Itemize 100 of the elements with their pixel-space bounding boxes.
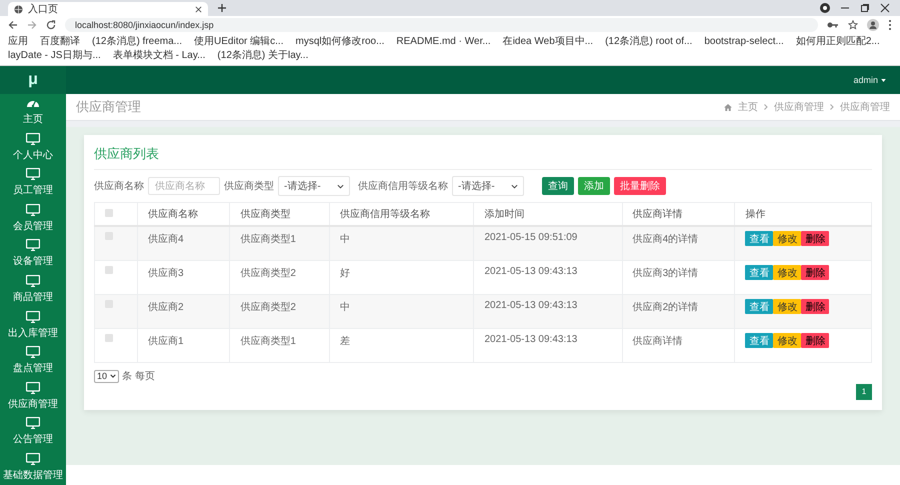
- bookmark[interactable]: 使用UEditor 编辑c...: [194, 35, 284, 49]
- monitor-icon: [26, 382, 40, 394]
- table-cell: 中: [330, 226, 474, 260]
- browser-tab[interactable]: 入口页: [8, 2, 208, 16]
- bookmark[interactable]: 在idea Web项目中...: [502, 35, 594, 49]
- card-title: 供应商列表: [94, 141, 872, 170]
- action-button[interactable]: 查看: [745, 333, 774, 348]
- sidebar-item[interactable]: 商品管理: [0, 272, 66, 308]
- action-button[interactable]: 删除: [801, 265, 830, 280]
- bookmark[interactable]: 如何用正则匹配2...: [796, 35, 880, 49]
- toolbar-button[interactable]: 查询: [542, 177, 574, 195]
- table-cell: 供应商1: [138, 328, 230, 362]
- sidebar-item[interactable]: 设备管理: [0, 236, 66, 272]
- table-cell: 2021-05-13 09:43:13: [474, 328, 622, 362]
- table-cell: 供应商详情: [622, 328, 735, 362]
- sidebar-item[interactable]: 盘点管理: [0, 342, 66, 378]
- action-button[interactable]: 删除: [801, 333, 830, 348]
- chevron-down-icon: [511, 184, 518, 188]
- table-cell: 供应商类型1: [230, 226, 330, 260]
- checkbox[interactable]: [105, 266, 113, 274]
- action-button[interactable]: 删除: [801, 299, 830, 314]
- action-button[interactable]: 修改: [773, 231, 802, 246]
- bookmark[interactable]: 应用: [8, 35, 28, 49]
- toolbar-button[interactable]: 批量删除: [614, 177, 666, 195]
- sidebar-item[interactable]: 员工管理: [0, 165, 66, 201]
- monitor-icon: [26, 275, 40, 287]
- chevron-icon: [830, 104, 834, 110]
- reload-icon[interactable]: [46, 20, 56, 30]
- monitor-icon: [26, 132, 40, 145]
- action-button[interactable]: 修改: [773, 299, 802, 314]
- bookmark[interactable]: README.md · Wer...: [396, 35, 491, 49]
- user-menu[interactable]: admin: [853, 75, 886, 85]
- table-cell: 供应商类型1: [230, 328, 330, 362]
- action-button[interactable]: 查看: [745, 231, 774, 246]
- page-size-select[interactable]: 10: [94, 370, 120, 382]
- restore-icon[interactable]: [860, 3, 870, 13]
- globe-icon: [14, 4, 23, 14]
- key-icon[interactable]: [827, 21, 839, 29]
- action-button[interactable]: 删除: [801, 231, 830, 246]
- bookmark[interactable]: layDate - JS日期与...: [8, 49, 101, 63]
- monitor-icon: [26, 452, 40, 465]
- bookmark[interactable]: bootstrap-select...: [704, 35, 784, 49]
- sidebar-item[interactable]: 会员管理: [0, 200, 66, 236]
- bookmark[interactable]: mysql如何修改roo...: [296, 35, 384, 49]
- back-icon[interactable]: [8, 20, 18, 30]
- monitor-icon: [26, 204, 40, 216]
- action-button[interactable]: 修改: [773, 265, 802, 280]
- sidebar-item[interactable]: 出入库管理: [0, 307, 66, 343]
- checkbox[interactable]: [105, 208, 113, 216]
- caret-icon: [881, 78, 886, 82]
- input-field[interactable]: 供应商名称: [148, 177, 220, 195]
- record-icon[interactable]: [820, 3, 830, 13]
- action-button[interactable]: 查看: [745, 299, 774, 314]
- home-icon: [724, 104, 732, 110]
- plus-icon[interactable]: [218, 4, 226, 12]
- monitor-icon: [26, 346, 40, 358]
- sidebar-item[interactable]: 个人中心: [0, 130, 66, 166]
- star-icon[interactable]: [848, 20, 858, 30]
- sidebar-item[interactable]: 主页: [0, 94, 66, 130]
- table-cell: 供应商2: [138, 294, 230, 328]
- action-button[interactable]: 修改: [773, 333, 802, 348]
- filter-label: 供应商信用等级名称: [358, 180, 448, 193]
- table-cell: 供应商4的详情: [622, 226, 735, 260]
- toolbar-button[interactable]: 添加: [578, 177, 610, 195]
- sidebar-item[interactable]: 供应商管理: [0, 378, 66, 414]
- select-field[interactable]: -请选择-: [278, 176, 350, 196]
- bookmark[interactable]: (12条消息) 关于lay...: [217, 49, 308, 63]
- close-icon[interactable]: [195, 6, 202, 12]
- monitor-icon: [26, 239, 40, 252]
- table-cell: 2021-05-15 09:51:09: [474, 226, 622, 260]
- bookmark[interactable]: (12条消息) freema...: [92, 35, 182, 49]
- page-title: 供应商管理: [76, 98, 141, 116]
- table-cell: 供应商类型2: [230, 294, 330, 328]
- address-bar[interactable]: localhost:8080/jinxiaocun/index.jsp: [65, 18, 818, 32]
- bookmark[interactable]: 百度翻译: [40, 35, 80, 49]
- filter-label: 供应商类型: [224, 180, 274, 193]
- table-cell: 中: [330, 294, 474, 328]
- page-button[interactable]: 1: [856, 384, 872, 400]
- monitor-icon: [26, 417, 40, 430]
- table-cell: 供应商2的详情: [622, 294, 735, 328]
- chevron-icon: [764, 104, 768, 110]
- bookmark[interactable]: (12条消息) root of...: [605, 35, 692, 49]
- table-cell: 供应商4: [138, 226, 230, 260]
- profile-icon[interactable]: [867, 19, 879, 31]
- sidebar-item[interactable]: 基础数据管理: [0, 449, 66, 485]
- app-logo[interactable]: μ: [0, 66, 66, 94]
- table-cell: 2021-05-13 09:43:13: [474, 294, 622, 328]
- filter-label: 供应商名称: [94, 180, 144, 193]
- page-size-label: 条 每页: [122, 370, 155, 383]
- chevron-down-icon: [337, 184, 344, 188]
- table-cell: 差: [330, 328, 474, 362]
- chevron-down-icon: [110, 374, 116, 378]
- action-button[interactable]: 查看: [745, 265, 774, 280]
- menu-icon[interactable]: [888, 19, 892, 31]
- close-icon[interactable]: [880, 3, 890, 13]
- sidebar-item[interactable]: 公告管理: [0, 414, 66, 450]
- monitor-icon: [26, 168, 40, 180]
- select-field[interactable]: -请选择-: [452, 176, 524, 196]
- bookmark[interactable]: 表单模块文档 - Lay...: [112, 49, 206, 63]
- checkbox[interactable]: [105, 334, 113, 342]
